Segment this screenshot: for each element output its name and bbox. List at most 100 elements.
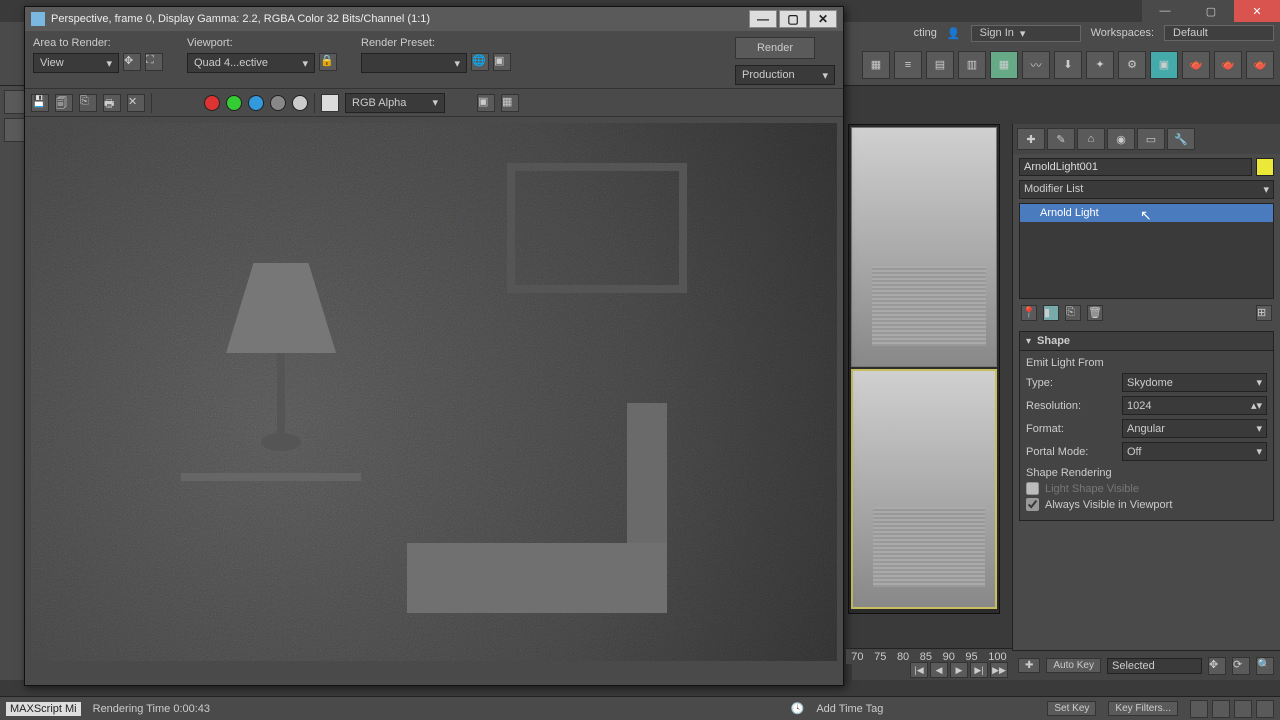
- always-visible-checkbox[interactable]: [1026, 498, 1039, 511]
- parent-maximize-button[interactable]: ▢: [1188, 0, 1234, 22]
- tab-create[interactable]: ✚: [1017, 128, 1045, 150]
- area-to-render-select[interactable]: View▾: [33, 53, 119, 73]
- goto-end-button[interactable]: ▶▶: [990, 662, 1008, 678]
- area-to-render-label: Area to Render:: [33, 37, 163, 49]
- bg-color-swatch[interactable]: [321, 94, 339, 112]
- nav-pan-icon[interactable]: ✥: [1208, 657, 1226, 675]
- modifier-list-label: Modifier List: [1024, 183, 1083, 196]
- parent-close-button[interactable]: ✕: [1234, 0, 1280, 22]
- object-color-swatch[interactable]: [1256, 158, 1274, 176]
- rollout-shape-header[interactable]: ▾ Shape: [1019, 331, 1274, 351]
- pin-stack-icon[interactable]: 📍: [1021, 305, 1037, 321]
- remove-modifier-icon[interactable]: 🗑: [1087, 305, 1103, 321]
- resolution-spinner[interactable]: 1024▴▾: [1122, 396, 1267, 415]
- ribbon-tool-3[interactable]: ▤: [926, 51, 954, 79]
- parent-minimize-button[interactable]: —: [1142, 0, 1188, 22]
- key-filters-button[interactable]: Key Filters...: [1108, 701, 1178, 716]
- nav-tool-2[interactable]: [1212, 700, 1230, 718]
- channel-blue-toggle[interactable]: [248, 95, 264, 111]
- scene-side-table: [181, 473, 361, 593]
- playback-transport: |◀ ◀ ▶ ▶| ▶▶: [852, 660, 1012, 680]
- configure-sets-icon[interactable]: ⊞: [1256, 305, 1272, 321]
- toggle-ui-icon[interactable]: ▣: [477, 94, 495, 112]
- tab-motion[interactable]: ◉: [1107, 128, 1135, 150]
- nav-tool-3[interactable]: [1234, 700, 1252, 718]
- teapot-icon-3[interactable]: 🫖: [1246, 51, 1274, 79]
- modifier-list-dropdown[interactable]: Modifier List▾: [1019, 180, 1274, 199]
- object-name-field[interactable]: [1019, 158, 1252, 176]
- add-key-button[interactable]: ✚: [1018, 658, 1040, 673]
- save-image-icon[interactable]: 💾: [31, 94, 49, 112]
- show-end-result-icon[interactable]: ▮: [1043, 305, 1059, 321]
- next-frame-button[interactable]: ▶|: [970, 662, 988, 678]
- area-auto-region-icon[interactable]: ⛶: [145, 53, 163, 71]
- channel-red-toggle[interactable]: [204, 95, 220, 111]
- render-close-button[interactable]: ✕: [809, 10, 837, 28]
- render-button[interactable]: Render: [735, 37, 815, 59]
- preset-edit-icon[interactable]: ▣: [493, 53, 511, 71]
- format-label: Format:: [1026, 423, 1116, 435]
- delete-icon[interactable]: ✕: [127, 94, 145, 112]
- add-time-tag[interactable]: Add Time Tag: [816, 703, 883, 715]
- modifier-arnold-light[interactable]: Arnold Light: [1020, 204, 1273, 222]
- sign-in-dropdown[interactable]: Sign In▾: [971, 25, 1081, 42]
- channel-mono-toggle[interactable]: [292, 95, 308, 111]
- lighting-menu-cut[interactable]: cting: [914, 27, 937, 39]
- teapot-icon-2[interactable]: 🫖: [1214, 51, 1242, 79]
- area-edit-icon[interactable]: ✥: [123, 53, 141, 71]
- nav-orbit-icon[interactable]: ⟳: [1232, 657, 1250, 675]
- ribbon-tool-5[interactable]: ▦: [990, 51, 1018, 79]
- render-mode-select[interactable]: Production▾: [735, 65, 835, 85]
- render-preset-select[interactable]: ▾: [361, 53, 467, 73]
- channel-alpha-toggle[interactable]: [270, 95, 286, 111]
- ribbon-tool-1[interactable]: ▦: [862, 51, 890, 79]
- channel-display-select[interactable]: RGB Alpha▾: [345, 93, 445, 113]
- render-frame-icon[interactable]: ▣: [1150, 51, 1178, 79]
- tab-display[interactable]: ▭: [1137, 128, 1165, 150]
- print-icon[interactable]: 🖶: [103, 94, 121, 112]
- render-window-titlebar[interactable]: Perspective, frame 0, Display Gamma: 2.2…: [25, 7, 843, 31]
- tab-utilities[interactable]: 🔧: [1167, 128, 1195, 150]
- ribbon-tool-6[interactable]: 〰: [1022, 51, 1050, 79]
- render-setup-icon[interactable]: ⚙: [1118, 51, 1146, 79]
- format-select[interactable]: Angular▾: [1122, 419, 1267, 438]
- portal-mode-select[interactable]: Off▾: [1122, 442, 1267, 461]
- modifier-stack[interactable]: Arnold Light ↖: [1019, 203, 1274, 299]
- teapot-icon-1[interactable]: 🫖: [1182, 51, 1210, 79]
- nav-tool-4[interactable]: [1256, 700, 1274, 718]
- copy-image-icon[interactable]: 🗐: [55, 94, 73, 112]
- nav-tool-1[interactable]: [1190, 700, 1208, 718]
- make-unique-icon[interactable]: ⎘: [1065, 305, 1081, 321]
- viewport-select[interactable]: Quad 4...ective▾: [187, 53, 315, 73]
- viewport-area[interactable]: [848, 124, 1000, 614]
- viewport-top[interactable]: [851, 127, 997, 367]
- workspaces-label: Workspaces:: [1091, 27, 1154, 39]
- render-maximize-button[interactable]: ▢: [779, 10, 807, 28]
- setkey-button[interactable]: Set Key: [1047, 701, 1096, 716]
- prev-frame-button[interactable]: ◀: [930, 662, 948, 678]
- ribbon-tool-7[interactable]: ⬇: [1054, 51, 1082, 79]
- nav-zoom-icon[interactable]: 🔍: [1256, 657, 1274, 675]
- ribbon-tool-4[interactable]: ▥: [958, 51, 986, 79]
- render-window-app-icon: [31, 12, 45, 26]
- viewport-perspective[interactable]: [851, 369, 997, 609]
- play-button[interactable]: ▶: [950, 662, 968, 678]
- clone-icon[interactable]: ⎘: [79, 94, 97, 112]
- tab-modify[interactable]: ✎: [1047, 128, 1075, 150]
- autokey-button[interactable]: Auto Key: [1046, 658, 1101, 673]
- type-select[interactable]: Skydome▾: [1122, 373, 1267, 392]
- tab-hierarchy[interactable]: ⌂: [1077, 128, 1105, 150]
- viewport-value: Quad 4...ective: [194, 57, 268, 69]
- render-output-canvas[interactable]: [31, 123, 837, 661]
- ribbon-tool-8[interactable]: ✦: [1086, 51, 1114, 79]
- toggle-overlay-icon[interactable]: ▦: [501, 94, 519, 112]
- goto-start-button[interactable]: |◀: [910, 662, 928, 678]
- maxscript-listener[interactable]: MAXScript Mi: [6, 702, 81, 716]
- viewport-lock-icon[interactable]: 🔒: [319, 53, 337, 71]
- preset-env-icon[interactable]: 🌐: [471, 53, 489, 71]
- workspace-selector[interactable]: Default: [1164, 25, 1274, 41]
- ribbon-tool-2[interactable]: ≡: [894, 51, 922, 79]
- channel-green-toggle[interactable]: [226, 95, 242, 111]
- render-minimize-button[interactable]: —: [749, 10, 777, 28]
- key-target-select[interactable]: Selected: [1107, 658, 1202, 674]
